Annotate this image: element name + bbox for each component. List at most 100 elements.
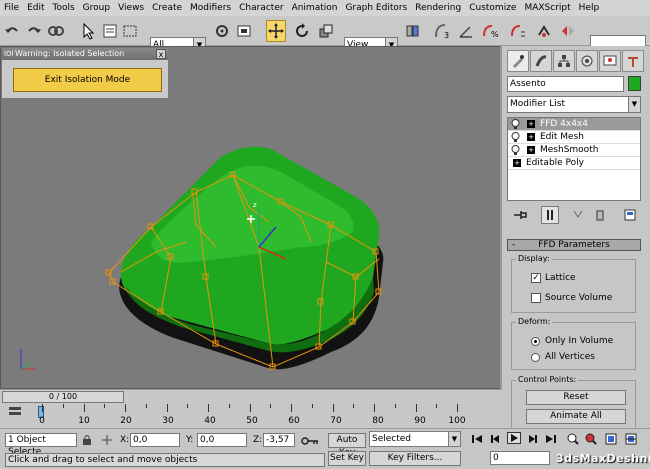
track-bar[interactable]: 0 10 20 30 40 50 60 70 80 90 100 xyxy=(0,404,502,428)
select-and-move-icon[interactable] xyxy=(266,20,286,42)
remove-modifier-icon[interactable] xyxy=(591,206,609,224)
exit-isolation-mode-button[interactable]: Exit Isolation Mode xyxy=(13,68,162,92)
select-by-name-icon[interactable] xyxy=(100,20,120,42)
go-to-start-icon[interactable] xyxy=(470,433,484,445)
frame-tick xyxy=(228,404,230,408)
expand-icon[interactable]: + xyxy=(527,146,535,154)
y-coordinate-field[interactable]: 0,0 xyxy=(197,433,247,447)
select-link-icon[interactable] xyxy=(46,20,66,42)
stack-item-label: MeshSmooth xyxy=(540,145,599,155)
zoom-extents-icon[interactable] xyxy=(604,433,618,445)
window-crossing-icon[interactable] xyxy=(234,20,254,42)
stack-item-editable-poly[interactable]: + Editable Poly xyxy=(508,157,640,170)
select-and-scale-icon[interactable] xyxy=(316,20,336,42)
next-frame-icon[interactable] xyxy=(526,433,540,445)
play-icon[interactable] xyxy=(507,432,521,444)
menu-character[interactable]: Character xyxy=(235,3,287,13)
tick-label: 80 xyxy=(372,416,384,426)
animate-all-button[interactable]: Animate All xyxy=(526,409,626,424)
previous-frame-icon[interactable] xyxy=(488,433,502,445)
menu-edit[interactable]: Edit xyxy=(23,3,48,13)
auto-key-button[interactable]: Auto Key xyxy=(328,433,366,458)
pin-stack-icon[interactable] xyxy=(511,206,529,224)
undo-icon[interactable] xyxy=(2,20,22,42)
zoom-extents-all-icon[interactable] xyxy=(624,433,638,445)
lightbulb-icon[interactable] xyxy=(511,132,520,142)
key-mode-dropdown[interactable]: Selected ▼ xyxy=(369,431,461,447)
menu-help[interactable]: Help xyxy=(575,3,604,13)
make-unique-icon[interactable] xyxy=(569,206,587,224)
current-frame-field[interactable]: 0 xyxy=(490,451,550,465)
expand-icon[interactable]: + xyxy=(527,133,535,141)
close-button[interactable]: x xyxy=(156,49,166,59)
all-vertices-radio[interactable] xyxy=(531,353,540,362)
object-name-field[interactable]: Assento xyxy=(507,76,624,92)
menu-graph-editors[interactable]: Graph Editors xyxy=(341,3,411,13)
lightbulb-icon[interactable] xyxy=(511,145,520,155)
utilities-tab-icon[interactable] xyxy=(622,50,644,72)
dialog-title-bar[interactable]: Warning: Isolated Selection lOl x xyxy=(2,48,168,60)
display-tab-icon[interactable] xyxy=(599,50,621,72)
tick-label: 30 xyxy=(162,416,174,426)
source-volume-checkbox[interactable] xyxy=(531,293,541,303)
menu-customize[interactable]: Customize xyxy=(465,3,520,13)
absolute-mode-icon[interactable] xyxy=(100,434,114,446)
svg-text:z: z xyxy=(253,201,257,209)
zoom-icon[interactable] xyxy=(566,433,580,445)
time-slider[interactable]: 0 / 100 xyxy=(0,389,502,403)
rollout-header[interactable]: - FFD Parameters xyxy=(507,239,641,251)
select-and-link-icon[interactable] xyxy=(212,20,232,42)
reset-button[interactable]: Reset xyxy=(526,390,626,405)
menu-rendering[interactable]: Rendering xyxy=(411,3,465,13)
x-coordinate-field[interactable]: 0,0 xyxy=(130,433,180,447)
percent-snap-icon[interactable]: % xyxy=(480,20,500,42)
zoom-all-icon[interactable] xyxy=(584,433,598,445)
perspective-viewport[interactable]: Warning: Isolated Selection lOl x Exit I… xyxy=(0,46,502,389)
lock-selection-icon[interactable] xyxy=(80,434,94,446)
menu-file[interactable]: File xyxy=(0,3,23,13)
mini-curve-editor-icon[interactable] xyxy=(8,406,22,418)
menu-tools[interactable]: Tools xyxy=(49,3,79,13)
menu-maxscript[interactable]: MAXScript xyxy=(520,3,574,13)
stack-item-edit-mesh[interactable]: + Edit Mesh xyxy=(508,131,640,144)
snap-toggle-icon[interactable]: 3 xyxy=(432,20,452,42)
rect-selection-icon[interactable] xyxy=(120,20,140,42)
only-in-volume-radio[interactable] xyxy=(531,337,540,346)
key-filters-button[interactable]: Key Filters... xyxy=(369,451,461,466)
hierarchy-tab-icon[interactable] xyxy=(553,50,575,72)
tick-label: 0 xyxy=(39,416,45,426)
expand-icon[interactable]: + xyxy=(527,120,535,128)
lattice-checkbox[interactable]: ✓ xyxy=(531,273,541,283)
spinner-snap-icon[interactable] xyxy=(508,20,528,42)
stack-item-ffd[interactable]: + FFD 4x4x4 xyxy=(508,118,640,131)
pivot-center-icon[interactable] xyxy=(402,20,422,42)
set-key-button[interactable]: Set Key xyxy=(328,451,366,466)
create-tab-icon[interactable] xyxy=(507,50,529,72)
modify-tab-icon[interactable] xyxy=(530,50,552,72)
z-coordinate-field[interactable]: -3,57 xyxy=(263,433,295,447)
menu-modifiers[interactable]: Modifiers xyxy=(186,3,235,13)
expand-icon[interactable]: + xyxy=(513,159,521,167)
go-to-end-icon[interactable] xyxy=(544,433,558,445)
modifier-list-dropdown[interactable]: Modifier List ▼ xyxy=(507,96,641,113)
mirror-icon[interactable] xyxy=(558,20,578,42)
menu-animation[interactable]: Animation xyxy=(288,3,342,13)
z-label: Z: xyxy=(253,435,263,445)
motion-tab-icon[interactable] xyxy=(576,50,598,72)
menu-group[interactable]: Group xyxy=(79,3,114,13)
select-object-icon[interactable] xyxy=(78,20,98,42)
select-and-rotate-icon[interactable] xyxy=(292,20,312,42)
time-slider-thumb[interactable]: 0 / 100 xyxy=(2,391,124,403)
redo-icon[interactable] xyxy=(24,20,44,42)
menu-create[interactable]: Create xyxy=(148,3,186,13)
menu-views[interactable]: Views xyxy=(114,3,148,13)
lightbulb-icon[interactable] xyxy=(511,119,520,129)
key-mode-icon[interactable] xyxy=(300,435,320,447)
modifier-stack: + FFD 4x4x4 + Edit Mesh + MeshSmooth + E… xyxy=(507,117,641,201)
object-color-swatch[interactable] xyxy=(628,76,641,91)
stack-item-meshsmooth[interactable]: + MeshSmooth xyxy=(508,144,640,157)
angle-snap-icon[interactable] xyxy=(456,20,476,42)
show-end-result-icon[interactable] xyxy=(541,206,559,224)
configure-modifier-sets-icon[interactable] xyxy=(621,206,639,224)
named-selection-icon[interactable] xyxy=(534,20,554,42)
